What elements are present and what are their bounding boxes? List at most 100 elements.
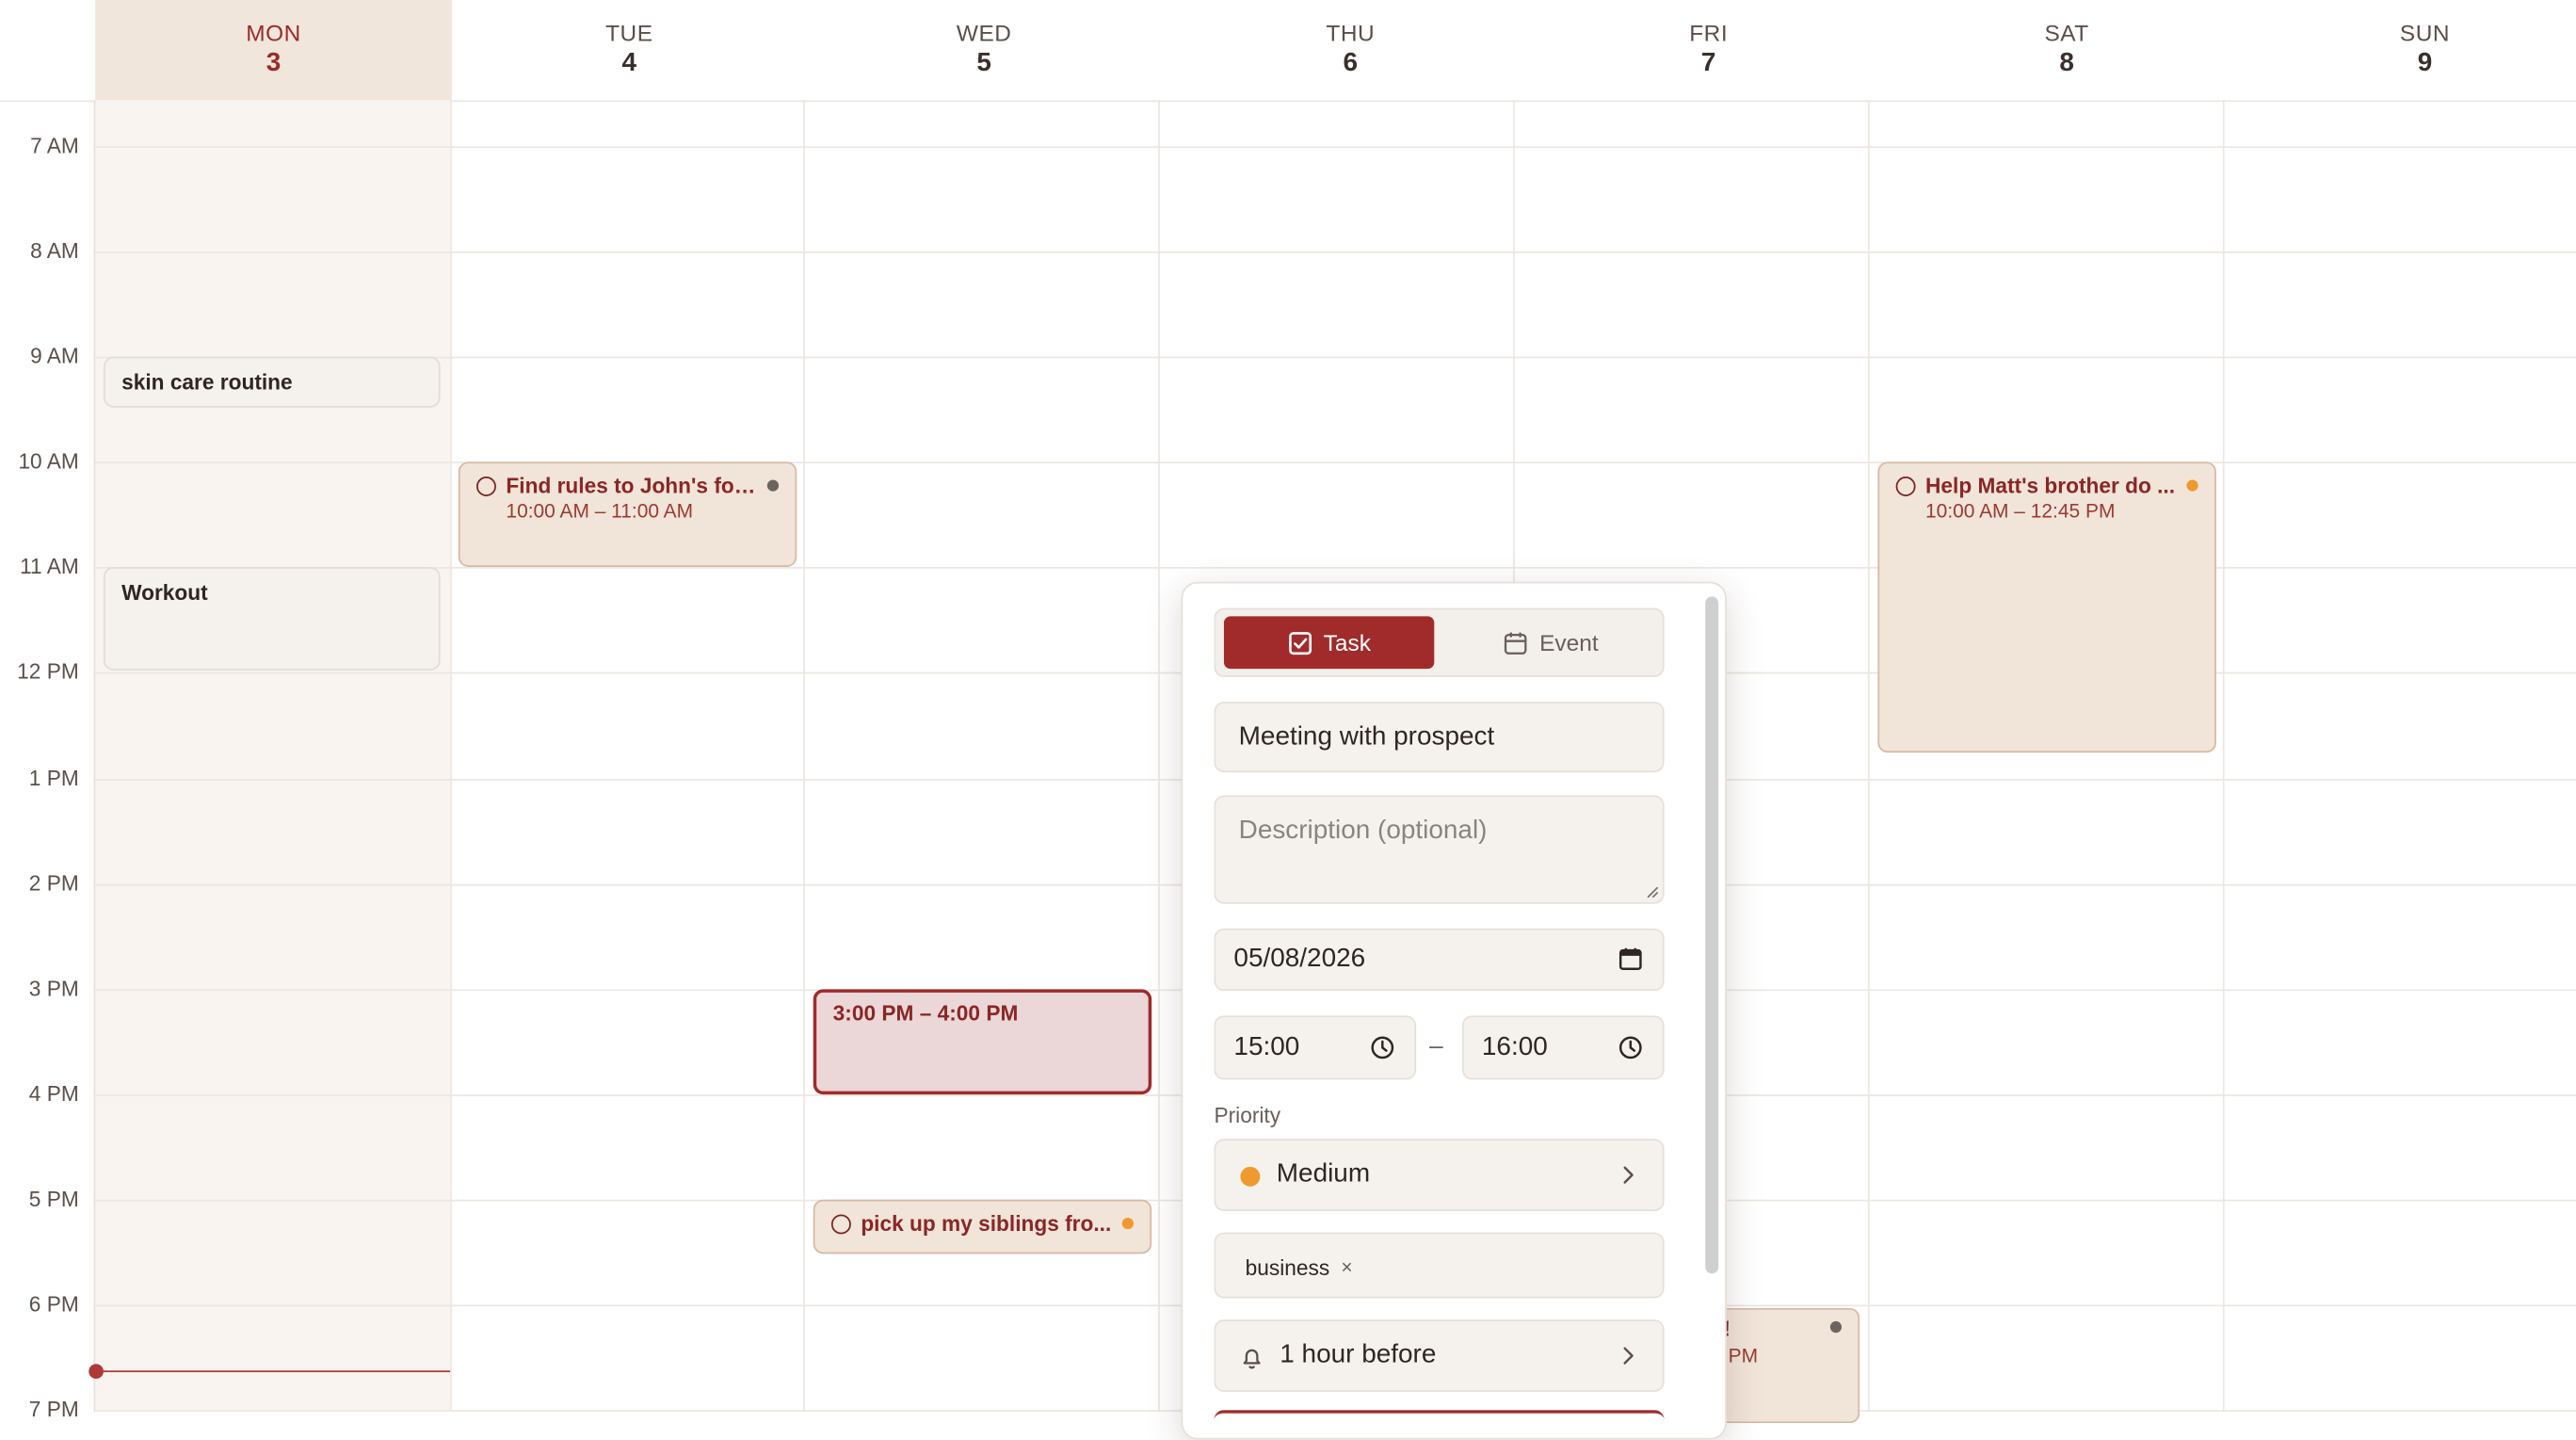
hour-label: 5 PM xyxy=(28,1186,79,1211)
day-date: 3 xyxy=(266,49,282,78)
hour-label: 7 AM xyxy=(30,133,79,158)
task-time: 10:00 AM – 11:00 AM xyxy=(506,499,694,523)
chevron-right-icon xyxy=(1623,1347,1634,1365)
current-time-line xyxy=(95,1370,451,1372)
hour-label: 2 PM xyxy=(28,870,79,896)
reminder-select[interactable]: 1 hour before xyxy=(1214,1319,1665,1392)
date-value: 05/08/2026 xyxy=(1233,945,1366,973)
day-date: 9 xyxy=(2417,49,2433,78)
hour-label: 6 PM xyxy=(28,1291,79,1317)
description-input[interactable]: Description (optional) xyxy=(1214,795,1665,904)
week-header: MON 3 TUE 4 WED 5 THU 6 FRI 7 SAT 8 SUN … xyxy=(0,0,2576,103)
task-find-rules[interactable]: Find rules to John's for... 10:00 AM – 1… xyxy=(458,461,797,567)
hour-label: 11 AM xyxy=(20,554,79,579)
task-checkbox-icon[interactable] xyxy=(830,1213,851,1234)
task-tab-button[interactable]: Task xyxy=(1223,616,1435,670)
column-divider xyxy=(803,100,806,1412)
clock-icon[interactable] xyxy=(1618,1035,1643,1060)
start-time-value: 15:00 xyxy=(1233,1033,1300,1062)
end-time-value: 16:00 xyxy=(1481,1033,1548,1062)
task-time: 10:00 AM – 12:45 PM xyxy=(1925,499,2116,523)
task-title: pick up my siblings fro... xyxy=(861,1210,1112,1237)
date-input[interactable]: 05/08/2026 xyxy=(1214,928,1665,992)
tag-label: business xyxy=(1245,1254,1330,1280)
day-header-sat[interactable]: SAT 8 xyxy=(1890,0,2245,100)
event-title: skin care routine xyxy=(121,369,293,395)
priority-label: Priority xyxy=(1214,1102,1281,1128)
priority-value: Medium xyxy=(1276,1159,1371,1189)
clock-icon[interactable] xyxy=(1370,1035,1394,1060)
day-date: 5 xyxy=(976,49,991,78)
start-time-input[interactable]: 15:00 xyxy=(1214,1015,1417,1080)
event-title: Workout xyxy=(121,579,208,606)
hour-line xyxy=(95,251,2576,253)
priority-select[interactable]: Medium xyxy=(1214,1139,1665,1211)
calendar-icon xyxy=(1505,631,1527,655)
day-header-fri[interactable]: FRI 7 xyxy=(1531,0,1886,100)
title-input[interactable]: Meeting with prospect xyxy=(1214,702,1665,773)
calendar-icon[interactable] xyxy=(1618,947,1643,971)
type-toggle: Task Event xyxy=(1214,607,1665,677)
hour-label: 9 AM xyxy=(30,343,79,368)
new-event-selection[interactable]: 3:00 PM – 4:00 PM xyxy=(813,989,1152,1095)
end-time-input[interactable]: 16:00 xyxy=(1461,1015,1665,1080)
description-placeholder: Description (optional) xyxy=(1238,817,1488,845)
task-checkbox-icon[interactable] xyxy=(476,476,496,496)
day-name: TUE xyxy=(605,19,653,46)
day-header-sun[interactable]: SUN 9 xyxy=(2247,0,2576,100)
hour-label: 1 PM xyxy=(28,766,79,791)
priority-dot-icon xyxy=(1240,1166,1261,1187)
tag-remove-icon[interactable]: × xyxy=(1341,1255,1352,1278)
current-time-dot xyxy=(89,1364,104,1379)
task-pick-up-siblings[interactable]: pick up my siblings fro... xyxy=(813,1199,1152,1254)
checkbox-icon xyxy=(1288,631,1312,655)
event-workout[interactable]: Workout xyxy=(103,566,441,671)
priority-dot-icon xyxy=(1829,1320,1843,1334)
popup-scrollbar[interactable] xyxy=(1705,596,1719,1274)
task-title: Find rules to John's for... xyxy=(506,473,758,498)
day-name: SAT xyxy=(2044,19,2089,46)
task-time: PM xyxy=(1728,1344,1759,1367)
day-header-wed[interactable]: WED 5 xyxy=(807,0,1162,100)
selection-time: 3:00 PM – 4:00 PM xyxy=(832,1000,1019,1026)
day-header-mon[interactable]: MON 3 xyxy=(95,0,452,101)
day-name: WED xyxy=(956,19,1012,46)
bell-icon xyxy=(1243,1349,1261,1369)
column-divider xyxy=(1158,100,1160,1412)
time-separator: – xyxy=(1429,1031,1443,1060)
hour-label: 10 AM xyxy=(18,448,79,474)
event-tab-button[interactable]: Event xyxy=(1446,616,1656,669)
tags-input[interactable]: business × xyxy=(1214,1232,1665,1299)
task-checkbox-icon[interactable] xyxy=(1895,476,1916,496)
day-date: 7 xyxy=(1700,49,1716,78)
column-divider xyxy=(1867,100,1870,1412)
day-header-tue[interactable]: TUE 4 xyxy=(452,0,807,100)
day-date: 6 xyxy=(1343,49,1359,78)
day-name: SUN xyxy=(2399,19,2451,46)
priority-dot-icon xyxy=(1121,1217,1134,1230)
column-divider xyxy=(450,100,452,1412)
day-header-thu[interactable]: THU 6 xyxy=(1162,0,1539,100)
day-date: 8 xyxy=(2059,49,2074,78)
event-skin-care-routine[interactable]: skin care routine xyxy=(103,356,441,408)
today-column xyxy=(95,100,451,1412)
hour-label: 12 PM xyxy=(17,658,79,684)
priority-dot-icon xyxy=(2186,479,2198,492)
task-help-matts-brother[interactable]: Help Matt's brother do ... 10:00 AM – 12… xyxy=(1877,461,2216,753)
day-date: 4 xyxy=(621,49,637,78)
time-gutter-divider xyxy=(93,100,96,1412)
chevron-right-icon xyxy=(1623,1166,1634,1184)
save-button-edge[interactable] xyxy=(1214,1410,1665,1430)
hour-label: 8 AM xyxy=(30,238,79,264)
task-friday-evening[interactable]: ! PM xyxy=(1723,1307,1860,1424)
task-title: Help Matt's brother do ... xyxy=(1925,473,2176,498)
hour-label: 7 PM xyxy=(28,1397,79,1422)
hour-label: 3 PM xyxy=(28,976,79,1001)
resize-handle-icon[interactable] xyxy=(1646,886,1659,899)
hour-label: 4 PM xyxy=(28,1081,79,1107)
tag-chip[interactable]: business × xyxy=(1230,1249,1368,1286)
event-tab-label: Event xyxy=(1539,629,1599,656)
priority-dot-icon xyxy=(766,479,780,492)
reminder-value: 1 hour before xyxy=(1280,1340,1437,1369)
day-name: FRI xyxy=(1689,19,1729,46)
